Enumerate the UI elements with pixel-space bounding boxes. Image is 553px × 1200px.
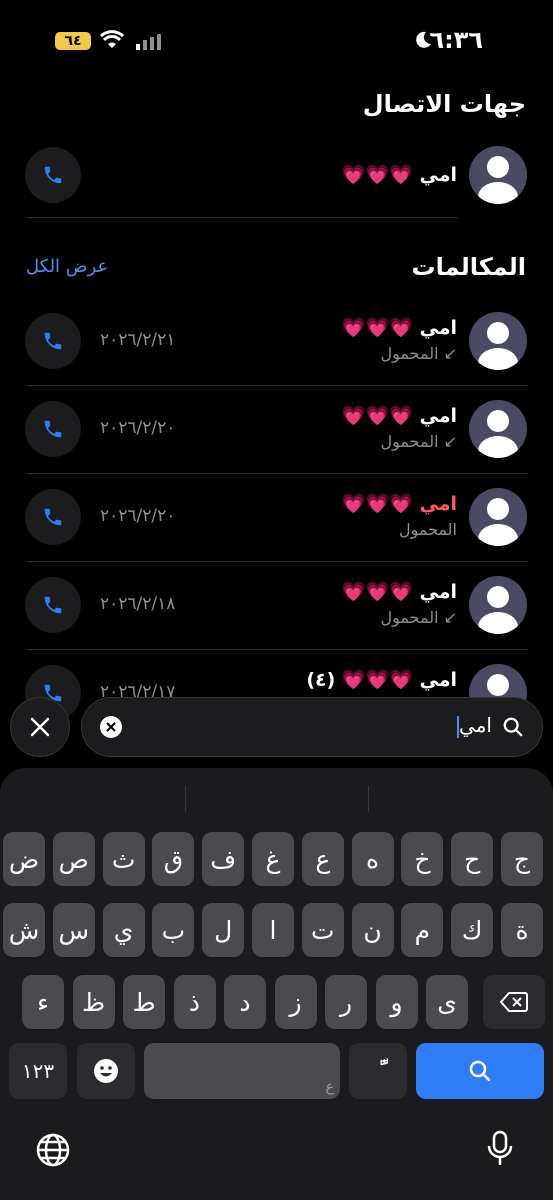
key[interactable]: ب <box>152 903 195 957</box>
key[interactable]: ظ <box>72 975 115 1029</box>
caller-avatar[interactable] <box>469 488 527 546</box>
emoji-key[interactable] <box>77 1043 135 1099</box>
call-back-button[interactable] <box>25 577 81 633</box>
key[interactable]: ك <box>451 903 494 957</box>
key[interactable]: ن <box>351 903 394 957</box>
call-back-button[interactable] <box>25 401 81 457</box>
search-icon <box>469 1060 491 1082</box>
call-type: المحمول <box>398 520 457 539</box>
call-type: ↙ المحمول <box>380 432 457 451</box>
key[interactable]: ز <box>274 975 317 1029</box>
key[interactable]: ر <box>325 975 367 1029</box>
calls-section-title: المكالمات <box>411 253 526 281</box>
close-search-button[interactable] <box>10 697 70 757</box>
contact-call-button[interactable] <box>25 147 81 203</box>
emoji-icon <box>94 1059 118 1083</box>
key[interactable]: خ <box>401 832 444 886</box>
caller-avatar[interactable] <box>469 576 527 634</box>
key[interactable]: ذ <box>173 975 216 1029</box>
caller-avatar[interactable] <box>469 312 527 370</box>
backspace-icon <box>500 992 528 1012</box>
key[interactable]: ى <box>426 975 468 1029</box>
numbers-key[interactable]: ١٢٣ <box>9 1043 67 1099</box>
search-icon <box>503 717 523 737</box>
space-key[interactable]: ع <box>144 1043 340 1099</box>
phone-icon <box>44 420 62 438</box>
key[interactable]: و <box>375 975 418 1029</box>
key[interactable]: ف <box>202 832 245 886</box>
globe-icon[interactable] <box>36 1133 70 1167</box>
call-type: ↙ المحمول <box>380 344 457 363</box>
phone-icon <box>44 166 62 184</box>
search-field[interactable]: امي <box>81 697 543 757</box>
phone-icon <box>44 508 62 526</box>
divider <box>26 385 528 386</box>
call-date: ٢٠٢٦/٢/٢٠ <box>100 418 176 438</box>
see-all-link[interactable]: عرض الكل <box>26 256 108 277</box>
microphone-icon[interactable] <box>486 1130 514 1168</box>
clear-icon <box>106 722 116 732</box>
key[interactable]: ث <box>102 832 145 886</box>
close-icon <box>30 717 50 737</box>
divider <box>26 473 528 474</box>
key[interactable]: م <box>401 903 444 957</box>
key[interactable]: س <box>52 903 95 957</box>
key[interactable]: ج <box>501 832 543 886</box>
clear-search-button[interactable] <box>100 716 122 738</box>
key[interactable]: ة <box>501 903 543 957</box>
key[interactable]: د <box>224 975 266 1029</box>
tanween-key[interactable]: ًّ <box>349 1043 407 1099</box>
key[interactable]: ع <box>301 832 344 886</box>
search-input[interactable]: امي <box>457 713 492 738</box>
key[interactable]: ض <box>3 832 45 886</box>
key[interactable]: ص <box>52 832 95 886</box>
call-back-button[interactable] <box>25 489 81 545</box>
caller-avatar[interactable] <box>469 400 527 458</box>
suggestion-divider <box>368 786 369 812</box>
phone-icon <box>44 596 62 614</box>
call-date: ٢٠٢٦/٢/٢٠ <box>100 506 176 526</box>
phone-icon <box>44 332 62 350</box>
key[interactable]: ل <box>202 903 245 957</box>
key[interactable]: غ <box>252 832 294 886</box>
call-type: ↙ المحمول <box>380 608 457 627</box>
key[interactable]: ش <box>3 903 45 957</box>
caller-name: امي 💗💗💗 <box>341 317 457 339</box>
call-back-button[interactable] <box>25 313 81 369</box>
call-date: ٢٠٢٦/٢/١٨ <box>100 594 176 614</box>
caller-name: امي 💗💗💗 <box>341 581 457 603</box>
call-date: ٢٠٢٦/٢/٢١ <box>100 330 176 350</box>
key[interactable]: ه <box>351 832 394 886</box>
backspace-key[interactable] <box>483 975 545 1029</box>
caller-name: امي 💗💗💗 (٤) <box>306 669 457 691</box>
key[interactable]: ح <box>451 832 494 886</box>
key[interactable]: ي <box>102 903 145 957</box>
search-key[interactable] <box>416 1043 544 1099</box>
status-bar: ٦٤ ٦:٣٦ <box>0 0 553 80</box>
battery-indicator: ٦٤ <box>55 32 91 50</box>
caller-name: امي 💗💗💗 <box>341 493 457 515</box>
key[interactable]: ء <box>22 975 64 1029</box>
key[interactable]: ت <box>301 903 344 957</box>
key[interactable]: ا <box>252 903 294 957</box>
wifi-icon <box>100 30 124 48</box>
caller-name: امي 💗💗💗 <box>341 405 457 427</box>
divider <box>26 561 528 562</box>
key[interactable]: ط <box>123 975 165 1029</box>
clock: ٦:٣٦ <box>429 26 483 54</box>
key[interactable]: ق <box>152 832 195 886</box>
suggestion-divider <box>185 786 186 812</box>
divider <box>26 217 458 218</box>
divider <box>26 649 528 650</box>
contacts-section-title: جهات الاتصال <box>362 90 526 118</box>
contact-avatar[interactable] <box>469 146 527 204</box>
signal-icon <box>136 34 161 50</box>
contact-name: امي 💗💗💗 <box>341 164 457 186</box>
